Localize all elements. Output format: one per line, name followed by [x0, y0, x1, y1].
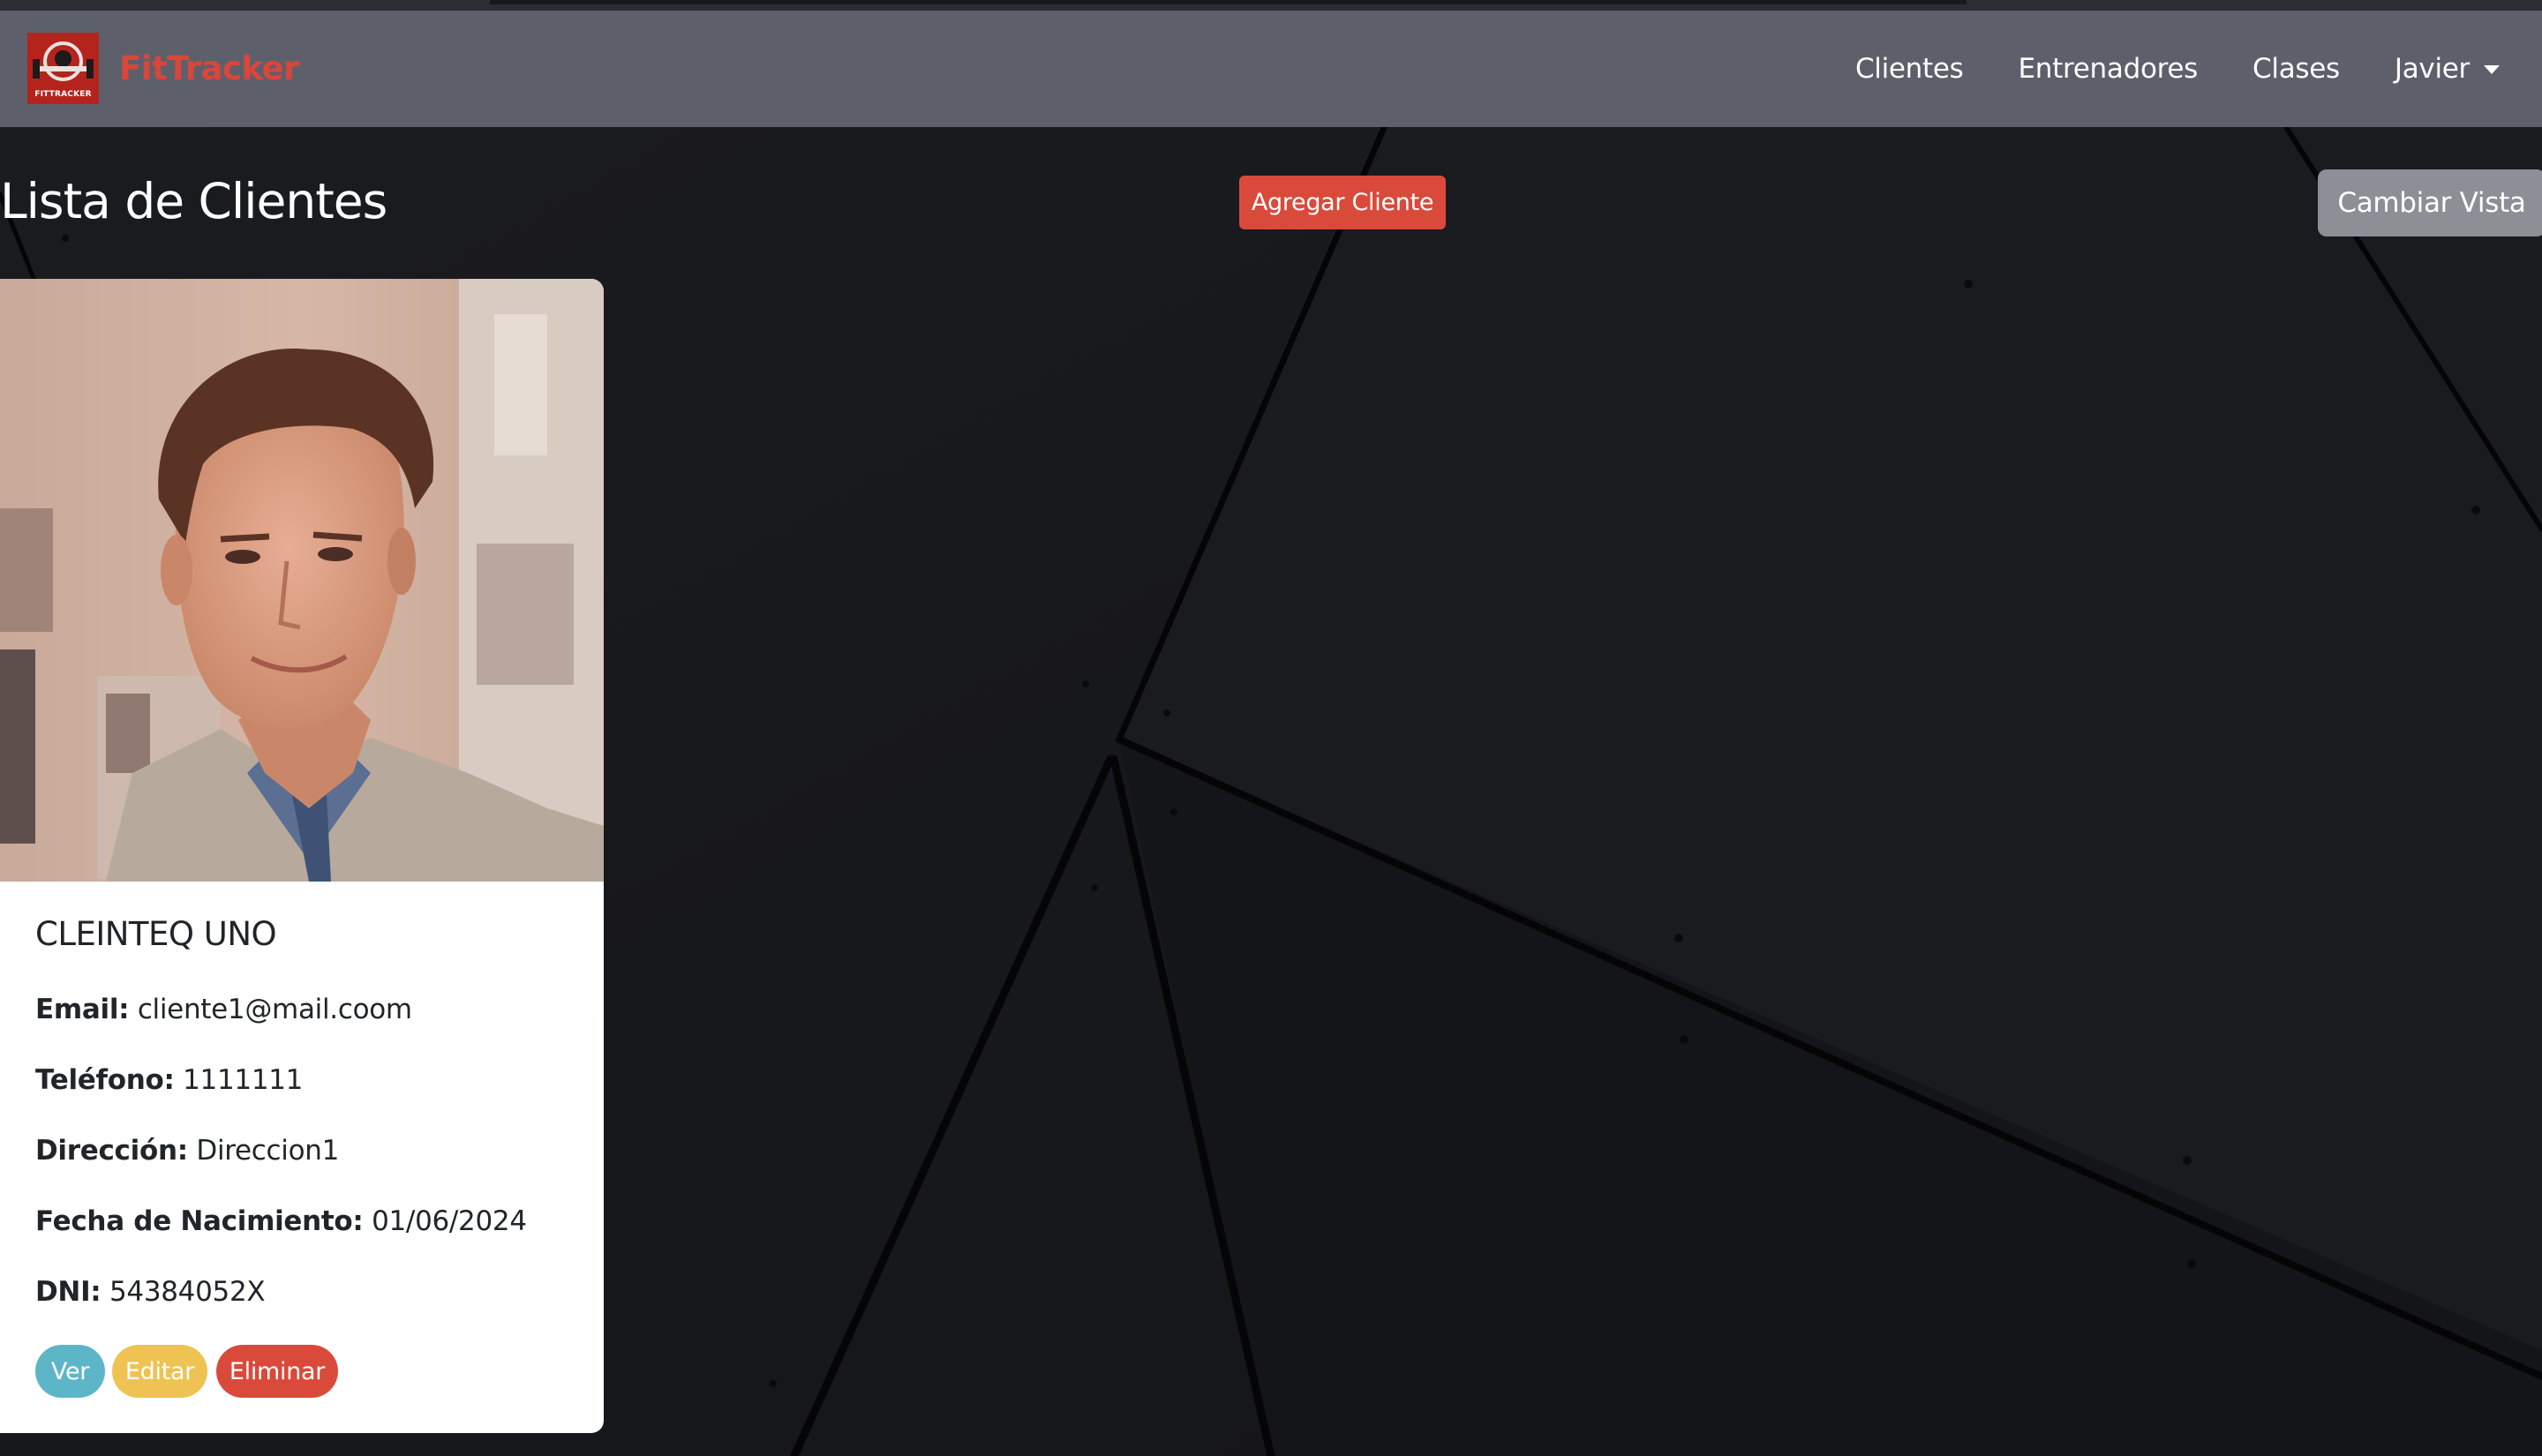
- view-client-button[interactable]: Ver: [35, 1345, 105, 1398]
- change-view-button[interactable]: Cambiar Vista: [2318, 169, 2542, 236]
- window-top-strip-inner: [490, 0, 1967, 4]
- nav-link-clases[interactable]: Clases: [2252, 53, 2340, 85]
- logo-plate-left: [33, 59, 40, 79]
- edit-client-button[interactable]: Editar: [112, 1345, 207, 1398]
- add-client-button[interactable]: Agregar Cliente: [1239, 176, 1446, 229]
- client-card-actions: Ver Editar Eliminar: [35, 279, 583, 1433]
- fittracker-logo-icon: FITTRACKER: [27, 33, 99, 104]
- navbar: FITTRACKER FitTracker Clientes Entrenado…: [0, 11, 2542, 127]
- caret-down-icon: [2484, 65, 2500, 74]
- nav-links: Clientes Entrenadores Clases Javier: [1801, 11, 2500, 127]
- nav-link-entrenadores[interactable]: Entrenadores: [2019, 53, 2199, 85]
- user-name: Javier: [2394, 53, 2470, 85]
- logo-plate-right: [86, 59, 94, 79]
- logo-head: [55, 50, 71, 67]
- window-top-strip: [0, 0, 2542, 11]
- logo-barbell: [33, 66, 94, 71]
- brand-name: FitTracker: [119, 49, 299, 87]
- brand-link[interactable]: FITTRACKER FitTracker: [27, 33, 299, 104]
- client-card: CLEINTEQ UNO Email: cliente1@mail.coom T…: [0, 279, 604, 1433]
- nav-link-clientes[interactable]: Clientes: [1855, 53, 1964, 85]
- logo-text: FITTRACKER: [34, 90, 92, 99]
- page-title: Lista de Clientes: [0, 173, 387, 229]
- delete-client-button[interactable]: Eliminar: [216, 1345, 338, 1398]
- user-menu-toggle[interactable]: Javier: [2395, 53, 2500, 85]
